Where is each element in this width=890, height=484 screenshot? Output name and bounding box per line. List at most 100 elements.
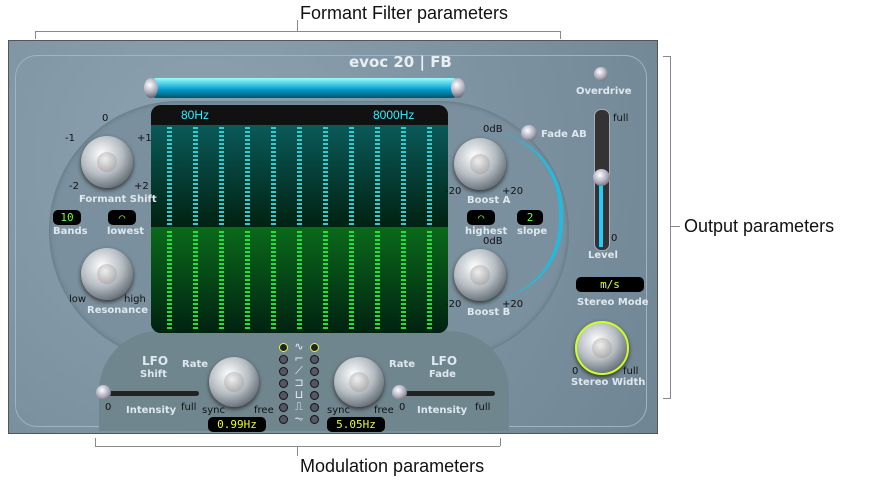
lowest-label: lowest [107,226,145,237]
fade-ab-handle[interactable] [521,125,537,141]
band-bar [427,127,432,225]
band-bar [297,127,302,225]
band-bar [219,231,224,329]
range-low-handle[interactable] [144,78,158,98]
lfo-shift-wave-radio[interactable] [279,367,288,376]
band-bar [349,127,354,225]
lfo-shift-rate-knob[interactable] [209,357,259,407]
tick-minus1: -1 [65,133,75,144]
tick-0: 0 [102,113,109,124]
formant-shift-label: Formant Shift [79,194,157,205]
lfo-shift-intensity-slider[interactable] [104,391,199,396]
lfo-fade-rate-knob[interactable] [334,357,384,407]
lfo-fade-sync: sync [327,405,350,416]
lfo-fade-int-min: 0 [399,402,406,413]
band-bar [297,231,302,329]
bands-display[interactable]: 10 [53,210,81,225]
band-bar [271,231,276,329]
lowest-filter-button[interactable]: ⌒ [108,210,136,225]
overdrive-button[interactable] [594,67,608,81]
band-bar [271,127,276,225]
filter-display: 80Hz 8000Hz [151,105,448,333]
lfo-shift-rate-display[interactable]: 0.99Hz [208,417,266,432]
lfo-shift-wave-radio[interactable] [279,355,288,364]
lfo-shift-free: free [254,405,274,416]
band-bar [245,231,250,329]
lfo-fade-wave-radio[interactable] [310,343,319,352]
waveform-icon: ⏦ [294,412,304,425]
lfo-shift-rate-label: Rate [182,359,209,370]
lfo-fade-sub: Fade [429,369,456,380]
lfo-shift-wave-radio[interactable] [279,391,288,400]
resonance-knob[interactable] [81,248,133,300]
lfo-fade-wave-radio[interactable] [310,403,319,412]
lfo-shift-intensity-label: Intensity [126,405,177,416]
band-bar [323,127,328,225]
resonance-label: Resonance [87,305,149,316]
band-bar [193,231,198,329]
lfo-fade-wave-radio[interactable] [310,391,319,400]
stereo-width-max: full [623,366,639,377]
lfo-fade-wave-radio[interactable] [310,415,319,424]
band-bar [323,231,328,329]
plugin-title: evoc 20 | FB [349,53,452,71]
formant-filter-callout: Formant Filter parameters [300,3,509,23]
level-min: 0 [611,233,618,244]
fade-ab-label: Fade AB [541,129,587,140]
tick-plus2: +2 [134,181,149,192]
boost-a-min: -20 [445,186,462,197]
lfo-shift-int-max: full [181,402,197,413]
lfo-fade-intensity-label: Intensity [417,405,468,416]
band-bar [167,127,172,225]
lfo-fade-wave-radio[interactable] [310,367,319,376]
band-bar [375,127,380,225]
formant-shift-knob[interactable] [81,136,133,188]
band-bar [401,127,406,225]
lfo-fade-wave-radio[interactable] [310,379,319,388]
boost-b-label: Boost B [467,307,511,318]
lfo-shift-intensity-handle[interactable] [96,385,111,400]
band-bar [245,127,250,225]
lfo-shift-sync: sync [202,405,225,416]
lfo-fade-free: free [374,405,394,416]
lfo-shift-wave-radio[interactable] [279,415,288,424]
range-high-handle[interactable] [451,78,465,98]
lfo-fade-rate-display[interactable]: 5.05Hz [327,417,385,432]
resonance-max: high [124,294,146,305]
bands-label: Bands [53,226,88,237]
stereo-width-label: Stereo Width [571,377,646,388]
modulation-callout: Modulation parameters [300,456,485,476]
band-bar [219,127,224,225]
lfo-shift-wave-radio[interactable] [279,379,288,388]
output-callout: Output parameters [684,216,835,236]
lfo-shift-wave-radio[interactable] [279,403,288,412]
high-freq-label: 8000Hz [373,108,415,122]
tick-minus2: -2 [69,181,79,192]
level-handle[interactable] [593,169,610,186]
level-label: Level [588,250,618,261]
lfo-fade-rate-label: Rate [389,359,416,370]
lfo-shift-title: LFO [142,354,169,368]
stereo-width-min: 0 [572,366,579,377]
stereo-width-knob[interactable] [575,321,629,375]
boost-b-min: -20 [445,299,462,310]
stereo-mode-menu[interactable]: m/s [576,277,644,292]
formant-range-slider[interactable] [147,78,462,98]
evoc-fb-panel: evoc 20 | FB 80Hz 8000Hz 0 -1 +1 -2 +2 F… [8,40,658,434]
overdrive-label: Overdrive [576,86,632,97]
lfo-shift-sub: Shift [140,369,167,380]
tick-plus1: +1 [137,133,152,144]
band-bar [375,231,380,329]
lfo-fade-int-max: full [475,402,491,413]
low-freq-label: 80Hz [181,108,210,122]
band-bar [401,231,406,329]
lfo-fade-title: LFO [431,354,458,368]
lfo-shift-int-min: 0 [105,402,112,413]
stereo-mode-label: Stereo Mode [577,297,649,308]
band-bar [193,127,198,225]
lfo-fade-wave-radio[interactable] [310,355,319,364]
lfo-fade-intensity-handle[interactable] [392,385,407,400]
lfo-fade-intensity-slider[interactable] [397,391,495,396]
band-bar [427,231,432,329]
lfo-shift-wave-radio[interactable] [279,343,288,352]
